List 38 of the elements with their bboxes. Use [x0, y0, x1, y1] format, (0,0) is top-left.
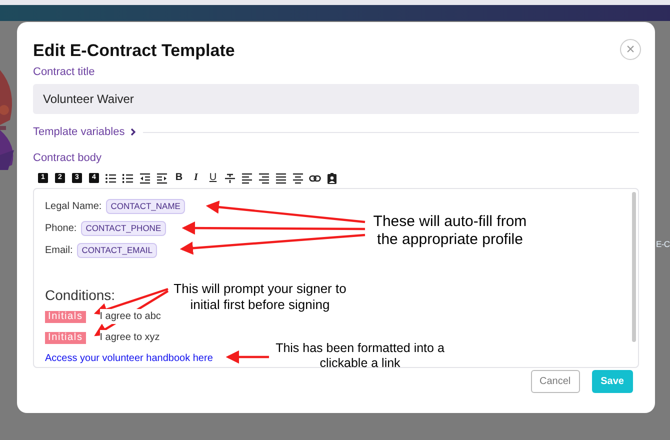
initials-tag: Initials — [45, 310, 86, 322]
contact-card-icon[interactable] — [326, 172, 338, 184]
field-label: Contract title — [33, 64, 96, 80]
field-name: Phone: — [45, 222, 77, 236]
variable-chip: CONTACT_NAME — [106, 198, 186, 214]
arrow — [226, 350, 269, 364]
handbook-link[interactable]: Access your volunteer handbook here — [45, 351, 213, 366]
justify-icon[interactable] — [275, 172, 287, 184]
annotation-text: This has been formatted into a clickable a link — [274, 341, 446, 371]
condition-text: I agree to xyz — [100, 330, 160, 345]
italic-button[interactable]: I — [190, 172, 202, 184]
dialog-title: Edit E-Contract Template — [33, 40, 235, 62]
numbered-list-icon[interactable] — [122, 172, 134, 184]
indent-icon[interactable] — [156, 172, 168, 184]
scrollbar[interactable] — [632, 192, 636, 342]
template-variables-toggle[interactable]: Template variables — [33, 124, 137, 140]
field-label: Contract body — [33, 150, 102, 166]
condition-text: I agree to abc — [100, 309, 161, 324]
bold-button[interactable]: B — [173, 172, 185, 184]
outdent-icon[interactable] — [139, 172, 151, 184]
link-icon[interactable] — [309, 172, 321, 184]
align-center-icon[interactable] — [292, 172, 304, 184]
cancel-button[interactable]: Cancel — [530, 370, 580, 393]
align-right-icon[interactable] — [258, 172, 270, 184]
strikethrough-icon[interactable] — [224, 172, 236, 184]
underline-button[interactable]: U — [207, 172, 219, 184]
title-input[interactable]: Volunteer Waiver — [33, 84, 639, 114]
field-name: Legal Name: — [45, 200, 102, 214]
bulleted-list-icon[interactable] — [105, 172, 117, 184]
variable-chip: CONTACT_PHONE — [80, 220, 166, 236]
section-heading: Conditions: — [45, 286, 116, 305]
align-left-icon[interactable] — [241, 172, 253, 184]
initials-tag: Initials — [45, 332, 86, 344]
background-label: E-C — [656, 238, 670, 251]
variable-chip: CONTACT_EMAIL — [76, 242, 158, 258]
field-name: Email: — [45, 244, 73, 258]
annotation-text: These will auto-fill from the appropriate profile — [372, 213, 528, 249]
annotation-text: This will prompt your signer to initial first before signing — [172, 281, 348, 313]
